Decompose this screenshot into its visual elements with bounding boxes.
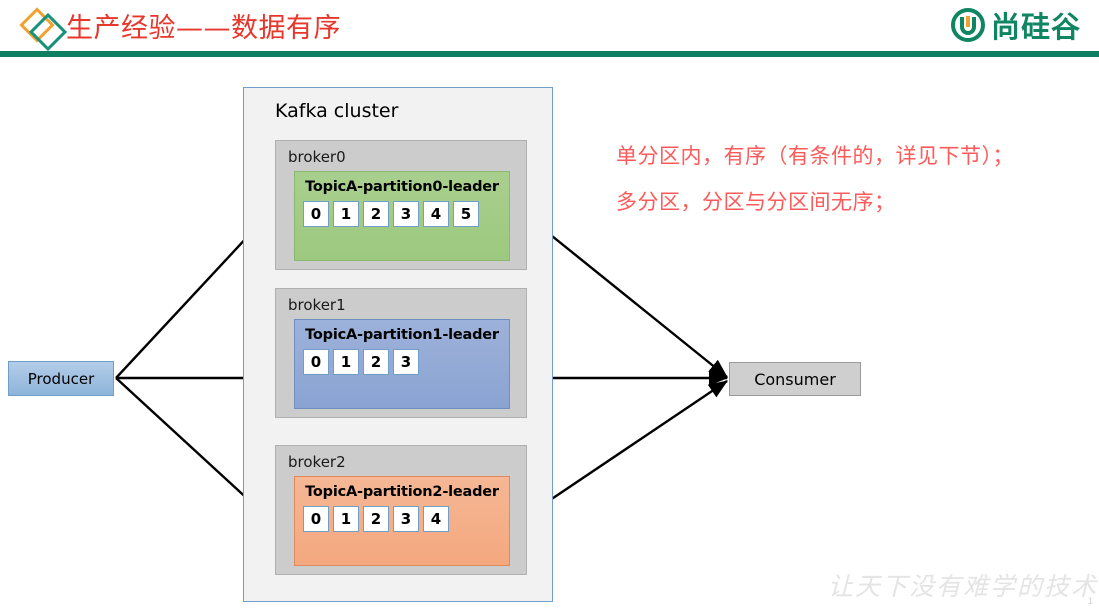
partition-box-2: TopicA-partition2-leader 0 1 2 3 4 — [294, 476, 510, 566]
diagram-canvas: Producer Kafka cluster broker0 TopicA-pa… — [0, 57, 1099, 608]
partition-cells-0: 0 1 2 3 4 5 — [295, 195, 509, 234]
partition-cell: 1 — [333, 349, 359, 375]
watermark-text: 让天下没有难学的技术 — [828, 572, 1099, 601]
brand-name: 尚硅谷 — [990, 10, 1081, 44]
partition-cell: 0 — [303, 349, 329, 375]
partition-cell: 4 — [423, 201, 449, 227]
slide-header: 生产经验——数据有序 尚硅谷 — [0, 0, 1099, 60]
partition-cell: 3 — [393, 506, 419, 532]
partition-title-1: TopicA-partition1-leader — [305, 327, 499, 343]
consumer-label: Consumer — [754, 369, 836, 389]
broker-node-0: broker0 TopicA-partition0-leader 0 1 2 3… — [275, 140, 527, 270]
partition-cell: 4 — [423, 506, 449, 532]
kafka-cluster-container: Kafka cluster broker0 TopicA-partition0-… — [243, 87, 553, 602]
u-circle-icon — [950, 8, 985, 42]
note-line-1: 单分区内，有序（有条件的，详见下节）； — [616, 144, 1014, 168]
partition-title-0: TopicA-partition0-leader — [305, 179, 499, 195]
partition-cell: 2 — [363, 506, 389, 532]
page-number: 1 — [1087, 596, 1093, 606]
partition-title-2: TopicA-partition2-leader — [305, 484, 499, 500]
producer-node[interactable]: Producer — [8, 361, 114, 396]
partition-cell: 0 — [303, 506, 329, 532]
partition-cell: 3 — [393, 201, 419, 227]
broker-label-1: broker1 — [288, 296, 346, 314]
kafka-cluster-label: Kafka cluster — [275, 100, 399, 122]
partition-cell: 1 — [333, 506, 359, 532]
broker-node-2: broker2 TopicA-partition2-leader 0 1 2 3… — [275, 445, 527, 575]
broker-label-0: broker0 — [288, 148, 346, 166]
annotation-notes: 单分区内，有序（有条件的，详见下节）； 多分区，分区与分区间无序； — [616, 133, 1086, 225]
broker-node-1: broker1 TopicA-partition1-leader 0 1 2 3 — [275, 288, 527, 418]
partition-box-0: TopicA-partition0-leader 0 1 2 3 4 5 — [294, 171, 510, 261]
note-line-2: 多分区，分区与分区间无序； — [616, 190, 896, 214]
partition-cell: 3 — [393, 349, 419, 375]
partition-cell: 0 — [303, 201, 329, 227]
partition-cell: 5 — [453, 201, 479, 227]
consumer-node[interactable]: Consumer — [729, 362, 861, 396]
partition-box-1: TopicA-partition1-leader 0 1 2 3 — [294, 319, 510, 409]
producer-label: Producer — [27, 369, 95, 388]
broker-label-2: broker2 — [288, 453, 346, 471]
partition-cell: 2 — [363, 349, 389, 375]
page-title: 生产经验——数据有序 — [66, 13, 341, 44]
double-diamond-icon — [19, 7, 68, 52]
partition-cell: 2 — [363, 201, 389, 227]
brand-logo: 尚硅谷 — [950, 6, 1081, 44]
partition-cell: 1 — [333, 201, 359, 227]
partition-cells-2: 0 1 2 3 4 — [295, 500, 509, 539]
partition-cells-1: 0 1 2 3 — [295, 343, 509, 382]
